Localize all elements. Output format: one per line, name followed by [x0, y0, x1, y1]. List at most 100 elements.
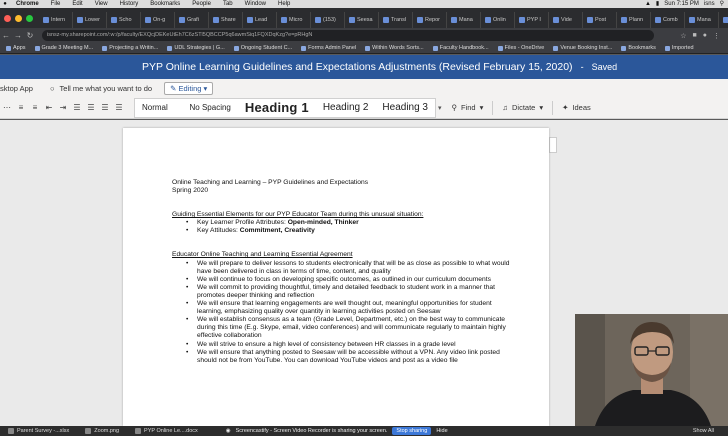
menu-file[interactable]: File [45, 0, 67, 8]
hide-button[interactable]: Hide [436, 428, 447, 434]
browser-tab[interactable]: Share [210, 12, 243, 28]
bookmark-item[interactable]: Within Words Sorts... [365, 45, 424, 51]
bookmark-item[interactable]: Grade 3 Meeting M... [34, 45, 93, 51]
align-left-icon[interactable]: ☰ [70, 103, 84, 112]
browser-tab[interactable]: Transl [380, 12, 413, 28]
dictate-button[interactable]: Dictate [512, 103, 535, 112]
menu-bookmarks[interactable]: Bookmarks [144, 0, 186, 8]
bookmark-item[interactable]: Forms Admin Panel [301, 45, 356, 51]
menu-help[interactable]: Help [272, 0, 296, 8]
battery-icon[interactable]: ▮ [656, 0, 659, 8]
bookmark-item[interactable]: UDL Strategies | G... [167, 45, 225, 51]
search-icon[interactable]: ⚲ [720, 0, 724, 8]
document-body[interactable]: Online Teaching and Learning – PYP Guide… [172, 179, 512, 365]
editing-mode-button[interactable]: ✎ Editing ▾ [164, 81, 214, 95]
close-window-button[interactable] [4, 15, 11, 22]
browser-tab[interactable]: Grafi [176, 12, 209, 28]
ideas-button[interactable]: Ideas [572, 103, 590, 112]
menu-edit[interactable]: Edit [66, 0, 88, 8]
bookmark-item[interactable]: Faculty Handbook... [432, 45, 489, 51]
menu-people[interactable]: People [186, 0, 217, 8]
download-item[interactable]: Zoom.png [77, 428, 127, 434]
ideas-icon[interactable]: ✦ [562, 103, 568, 112]
bookmark-item[interactable]: Projecting a Writin... [102, 45, 158, 51]
browser-tab[interactable]: Repor [414, 12, 447, 28]
favicon-icon [213, 17, 219, 23]
minimize-window-button[interactable] [15, 15, 22, 22]
browser-tab[interactable]: Zoom [720, 12, 728, 28]
stop-sharing-button[interactable]: Stop sharing [392, 427, 432, 435]
apple-icon[interactable]: ● [0, 0, 10, 8]
download-item[interactable]: Parent Survey -...xlsx [0, 428, 77, 434]
wifi-icon[interactable]: ▲ [645, 0, 651, 8]
forward-arrow-icon[interactable]: → [12, 31, 24, 40]
bookmark-item[interactable]: Bookmarks [621, 45, 656, 51]
browser-tab[interactable]: Comb [652, 12, 685, 28]
justify-icon[interactable]: ☰ [112, 103, 126, 112]
file-icon [8, 428, 14, 434]
browser-tab[interactable]: On-g [142, 12, 175, 28]
browser-tab[interactable]: Micro [278, 12, 311, 28]
download-item[interactable]: PYP Online Le....docx [127, 428, 206, 434]
browser-tab[interactable]: PYP I [516, 12, 549, 28]
style-heading-3[interactable]: Heading 3 [375, 102, 435, 113]
browser-tab[interactable]: Vide [550, 12, 583, 28]
styles-expand-icon[interactable]: ▾ [438, 104, 442, 112]
browser-tab[interactable]: Seesa [346, 12, 379, 28]
bullets-icon[interactable]: ≡ [14, 103, 28, 112]
style-heading-2[interactable]: Heading 2 [316, 102, 376, 113]
bookmark-item[interactable]: Venue Booking Inst... [553, 45, 612, 51]
menu-view[interactable]: View [89, 0, 114, 8]
tell-me-box[interactable]: ○ Tell me what you want to do [50, 84, 152, 93]
microphone-icon[interactable]: ♫ [502, 103, 508, 112]
section2-heading: Educator Online Teaching and Learning Es… [172, 251, 353, 259]
maximize-window-button[interactable] [26, 15, 33, 22]
align-center-icon[interactable]: ☰ [84, 103, 98, 112]
align-right-icon[interactable]: ☰ [98, 103, 112, 112]
browser-tab[interactable]: Onlin [482, 12, 515, 28]
browser-tab[interactable]: Lead [244, 12, 277, 28]
document-page[interactable]: Online Teaching and Learning – PYP Guide… [123, 128, 549, 426]
style-heading-1[interactable]: Heading 1 [238, 100, 316, 115]
browser-tab[interactable]: Post [584, 12, 617, 28]
menu-history[interactable]: History [114, 0, 145, 8]
comment-pane-edge[interactable] [549, 137, 557, 153]
reload-icon[interactable]: ↻ [24, 31, 36, 40]
open-in-desktop-app[interactable]: sktop App [0, 84, 40, 93]
find-icon[interactable]: ⚲ [452, 103, 458, 112]
find-chevron-icon[interactable]: ▾ [480, 103, 484, 112]
browser-tab[interactable]: (153) [312, 12, 345, 28]
profile-icon[interactable]: ● [703, 32, 707, 40]
extension-icon[interactable]: ■ [693, 32, 697, 40]
menu-clock[interactable]: Sun 7:15 PM [664, 0, 699, 8]
bookmark-item[interactable]: Apps [6, 45, 26, 51]
browser-tab[interactable]: Lower [74, 12, 107, 28]
browser-tab[interactable]: Plann [618, 12, 651, 28]
style-normal[interactable]: Normal [135, 103, 183, 112]
star-icon[interactable]: ☆ [680, 32, 686, 40]
style-no-spacing[interactable]: No Spacing [183, 103, 238, 112]
decrease-indent-icon[interactable]: ⇤ [42, 103, 56, 112]
menu-window[interactable]: Window [239, 0, 272, 8]
show-all-downloads[interactable]: Show All [693, 428, 728, 434]
menu-tab[interactable]: Tab [217, 0, 239, 8]
browser-tab[interactable]: Mana [448, 12, 481, 28]
find-button[interactable]: Find [461, 103, 476, 112]
document-title[interactable]: PYP Online Learning Guidelines and Expec… [142, 61, 573, 73]
numbering-icon[interactable]: ≡ [28, 103, 42, 112]
browser-tab[interactable]: Scho [108, 12, 141, 28]
bookmark-item[interactable]: Ongoing Student C... [233, 45, 292, 51]
url-input[interactable]: isnsz-my.sharepoint.com/:w:/p/faculty/EX… [42, 30, 654, 41]
bookmark-label: Forms Admin Panel [308, 45, 357, 51]
menu-chrome[interactable]: Chrome [10, 0, 45, 8]
menu-user[interactable]: isns [704, 0, 715, 8]
bookmark-item[interactable]: Imported [664, 45, 694, 51]
browser-tab[interactable]: Mana [686, 12, 719, 28]
more-menu-icon[interactable]: ⋮ [713, 32, 720, 40]
browser-tab[interactable]: Intern [40, 12, 73, 28]
dictate-chevron-icon[interactable]: ▾ [539, 103, 543, 112]
back-arrow-icon[interactable]: ← [0, 31, 12, 40]
more-icon[interactable]: ⋯ [0, 103, 14, 112]
increase-indent-icon[interactable]: ⇥ [56, 103, 70, 112]
bookmark-item[interactable]: Files - OneDrive [497, 45, 544, 51]
